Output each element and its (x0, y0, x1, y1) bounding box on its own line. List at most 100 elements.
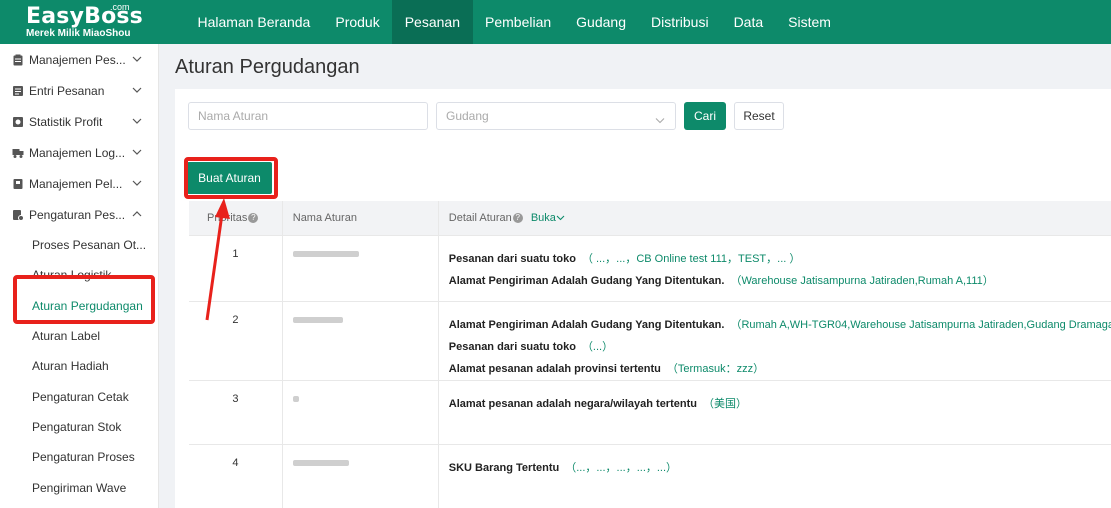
sidebar-group-label: Statistik Profit (29, 114, 103, 129)
detail-line: Alamat pesanan adalah provinsi tertentu （… (449, 358, 1111, 380)
sidebar-item-proses-pesanan[interactable]: Proses Pesanan Ot... (0, 230, 158, 260)
help-icon[interactable]: ? (512, 212, 523, 223)
condition-label: Pesanan dari suatu toko (448, 340, 576, 353)
redacted-text (292, 395, 299, 402)
chevron-down-icon (655, 113, 665, 127)
main-content: Aturan Pergudangan Nama Aturan Gudang Ca… (159, 44, 1111, 508)
table-row[interactable]: 3 Alamat pesanan adalah negara/wilayah t… (189, 379, 1111, 444)
nav-item-distribusi[interactable]: Distribusi (638, 0, 721, 44)
logo[interactable]: EasyBoss .com Merek Milik MiaoShou (0, 0, 175, 44)
expand-label: Buka (530, 211, 556, 224)
chevron-down-icon (132, 148, 142, 156)
warehouse-select-placeholder: Gudang (446, 109, 489, 123)
expand-all-toggle[interactable]: Buka (531, 212, 565, 224)
sidebar-item-aturan-logistik[interactable]: Aturan Logistik (0, 260, 158, 290)
detail-line: Pesanan dari suatu toko （ ...，...，CB Onli… (449, 248, 1111, 270)
warehouse-select[interactable]: Gudang (436, 102, 676, 130)
redacted-text (292, 316, 343, 323)
sidebar-item-pengaturan-proses[interactable]: Pengaturan Proses (0, 442, 158, 472)
detail-line: Alamat Pengiriman Adalah Gudang Yang Dit… (449, 270, 1111, 292)
search-button[interactable]: Cari (684, 102, 726, 130)
table-row[interactable]: 2 Alamat Pengiriman Adalah Gudang Yang D… (189, 300, 1111, 380)
settings-doc-icon (12, 209, 24, 221)
rule-detail-cell: SKU Barang Tertentu （...，...，...，...，...） (438, 443, 1111, 508)
logo-domain: .com (110, 2, 130, 12)
name-header-label: Nama Aturan (292, 211, 357, 224)
chevron-up-icon (132, 210, 142, 218)
clipboard-icon (12, 54, 24, 66)
nav-item-pembelian[interactable]: Pembelian (473, 0, 564, 44)
sidebar-item-pengaturan-cetak[interactable]: Pengaturan Cetak (0, 381, 158, 411)
sidebar-group-manajemen-pelanggan[interactable]: Manajemen Pel... (0, 168, 158, 199)
sidebar-group-statistik-profit[interactable]: Statistik Profit (0, 106, 158, 137)
rules-table: Prioritas? Nama Aturan Detail Aturan? Bu… (189, 201, 1111, 508)
top-navigation-bar: EasyBoss .com Merek Milik MiaoShou Halam… (0, 0, 1111, 44)
rules-table-panel: Buat Aturan Prioritas? Nama Aturan Detai… (175, 152, 1111, 508)
chevron-down-icon (556, 215, 565, 221)
nav-item-sistem[interactable]: Sistem (776, 0, 844, 44)
table-row[interactable]: 1 Pesanan dari suatu toko （ ...，...，CB On… (189, 234, 1111, 301)
condition-label: SKU Barang Tertentu (448, 461, 560, 474)
detail-line: Alamat pesanan adalah negara/wilayah ter… (449, 393, 1111, 415)
sidebar-item-aturan-label[interactable]: Aturan Label (0, 321, 158, 351)
chevron-down-icon (132, 55, 142, 63)
chart-icon (12, 116, 24, 128)
nav-item-data[interactable]: Data (721, 0, 776, 44)
condition-label: Alamat pesanan adalah provinsi tertentu (448, 362, 661, 375)
sidebar-group-manajemen-pesanan[interactable]: Manajemen Pes... (0, 44, 158, 75)
rule-name-input[interactable]: Nama Aturan (188, 102, 428, 130)
nav-item-halaman-beranda[interactable]: Halaman Beranda (185, 0, 323, 44)
nav-item-pesanan[interactable]: Pesanan (392, 0, 473, 44)
truck-icon (12, 147, 24, 159)
condition-value: （Warehouse Jatisampurna Jatiraden,Rumah … (730, 274, 994, 287)
name-column-header: Nama Aturan (282, 201, 439, 235)
redacted-text (292, 250, 359, 257)
reset-button[interactable]: Reset (734, 102, 784, 130)
priority-cell: 4 (189, 443, 283, 508)
nav-item-gudang[interactable]: Gudang (564, 0, 639, 44)
detail-line: Pesanan dari suatu toko （...） (449, 336, 1111, 358)
logo-subtitle: Merek Milik MiaoShou (26, 28, 131, 39)
condition-label: Pesanan dari suatu toko (448, 252, 576, 265)
main-nav: Halaman Beranda Produk Pesanan Pembelian… (185, 0, 843, 44)
sidebar-item-aturan-hadiah[interactable]: Aturan Hadiah (0, 351, 158, 381)
redacted-text (292, 459, 349, 466)
sidebar-item-pengaturan-stok[interactable]: Pengaturan Stok (0, 412, 158, 442)
sidebar-item-aturan-pergudangan[interactable]: Aturan Pergudangan (0, 291, 158, 321)
sidebar-group-label: Manajemen Pel... (29, 176, 123, 191)
chevron-down-icon (132, 179, 142, 187)
rule-detail-cell: Alamat pesanan adalah negara/wilayah ter… (438, 379, 1111, 444)
document-icon (12, 178, 24, 190)
sidebar-group-label: Manajemen Pes... (29, 52, 126, 67)
condition-value: （Rumah A,WH-TGR04,Warehouse Jatisampurna… (730, 318, 1111, 331)
sidebar-group-manajemen-logistik[interactable]: Manajemen Log... (0, 137, 158, 168)
create-rule-button[interactable]: Buat Aturan (187, 162, 272, 194)
sidebar-group-label: Pengaturan Pes... (29, 207, 126, 222)
condition-label: Alamat Pengiriman Adalah Gudang Yang Dit… (448, 318, 725, 331)
condition-value: （...，...，...，...，...） (565, 461, 678, 474)
chevron-down-icon (132, 117, 142, 125)
detail-line: Alamat Pengiriman Adalah Gudang Yang Dit… (449, 314, 1111, 336)
chevron-down-icon (132, 86, 142, 94)
condition-value: （美国） (702, 397, 747, 410)
rule-name-cell (282, 234, 439, 301)
sidebar-group-entri-pesanan[interactable]: Entri Pesanan (0, 75, 158, 106)
priority-column-header: Prioritas? (189, 201, 283, 235)
condition-value: （Termasuk：zzz） (666, 362, 765, 375)
sidebar-group-label: Manajemen Log... (29, 145, 126, 160)
nav-item-produk[interactable]: Produk (323, 0, 392, 44)
rule-name-cell (282, 443, 439, 508)
detail-column-header: Detail Aturan? Buka (438, 201, 1111, 235)
priority-cell: 2 (189, 300, 283, 380)
help-icon[interactable]: ? (248, 212, 259, 223)
sidebar-item-pengiriman-wave[interactable]: Pengiriman Wave (0, 472, 158, 502)
sidebar-group-pengaturan-pesanan[interactable]: Pengaturan Pes... (0, 199, 158, 230)
priority-cell: 1 (189, 234, 283, 301)
condition-label: Alamat pesanan adalah negara/wilayah ter… (448, 397, 697, 410)
table-row[interactable]: 4 SKU Barang Tertentu （...，...，...，...，..… (189, 443, 1111, 508)
rule-name-cell (282, 300, 439, 380)
rule-detail-cell: Pesanan dari suatu toko （ ...，...，CB Onli… (438, 234, 1111, 301)
rule-detail-cell: Alamat Pengiriman Adalah Gudang Yang Dit… (438, 300, 1111, 380)
sidebar: Manajemen Pes... Entri Pesanan Statistik… (0, 44, 159, 508)
page-title: Aturan Pergudangan (175, 56, 360, 78)
